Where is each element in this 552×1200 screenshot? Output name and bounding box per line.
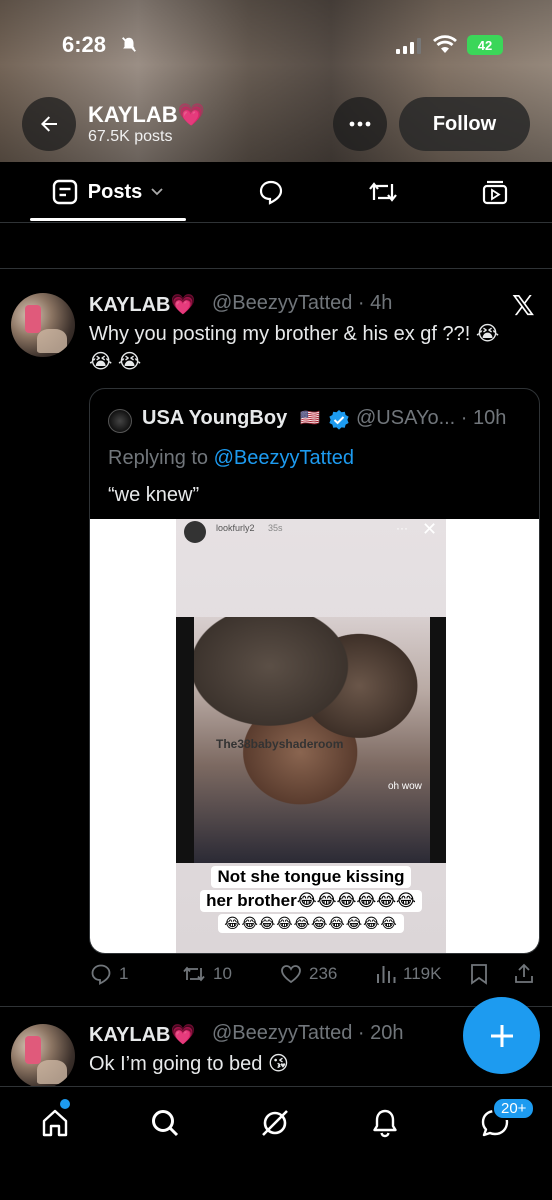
x-logo-icon: 𝕏 <box>512 290 535 321</box>
reply-icon <box>91 964 111 985</box>
home-icon <box>42 1109 68 1137</box>
quoted-media[interactable]: lookfurly2 35s ··· ✕ The38babyshaderoom … <box>90 519 539 953</box>
photo-watermark: The38babyshaderoom <box>216 737 344 751</box>
timeline-tabs: Posts <box>0 162 552 222</box>
compose-button[interactable] <box>463 997 540 1074</box>
tab-replies[interactable] <box>248 162 294 222</box>
repost-icon <box>183 966 205 982</box>
divider <box>0 1006 552 1007</box>
analytics-icon <box>377 966 396 983</box>
share-button[interactable] <box>513 962 541 986</box>
more-horizontal-icon <box>349 121 371 127</box>
bookmark-icon <box>471 964 487 985</box>
tweet-text: Ok I’m going to bed 😘 <box>89 1053 289 1075</box>
video-icon <box>482 180 508 205</box>
verified-badge-icon <box>329 410 349 430</box>
follow-button[interactable]: Follow <box>399 97 530 151</box>
photo-overlay-text: oh wow <box>388 781 422 792</box>
us-flag-emoji: 🇺🇸 <box>300 410 320 427</box>
nav-notifications[interactable] <box>367 1105 403 1141</box>
wifi-icon <box>433 35 457 53</box>
repost-icon <box>369 182 397 202</box>
story-time: 35s <box>268 523 283 533</box>
nav-grok[interactable] <box>257 1105 293 1141</box>
bell-slash-icon <box>122 37 136 52</box>
reply-bubble-icon <box>259 180 283 205</box>
story-username: lookfurly2 <box>216 523 255 533</box>
nav-search[interactable] <box>147 1105 183 1141</box>
nav-home[interactable] <box>37 1105 73 1141</box>
avatar[interactable] <box>11 1024 75 1088</box>
status-time: 6:28 <box>62 32 107 57</box>
battery-indicator: 42 <box>467 35 503 55</box>
more-options-button[interactable] <box>333 97 387 151</box>
heart-emoji: 💗 <box>177 102 206 127</box>
chevron-down-icon <box>151 188 163 196</box>
tweet-handle-time[interactable]: @BeezyyTatted · 20h <box>212 1022 404 1045</box>
story-screenshot: lookfurly2 35s ··· ✕ The38babyshaderoom … <box>176 519 446 953</box>
tweet-author-name[interactable]: KAYLAB💗 <box>89 292 195 317</box>
tab-reposts[interactable] <box>360 162 406 222</box>
bell-icon <box>373 1109 397 1138</box>
tweet-author-name[interactable]: KAYLAB💗 <box>89 1022 195 1047</box>
back-button[interactable] <box>22 97 76 151</box>
post-count: 67.5K posts <box>88 128 173 145</box>
grok-icon <box>262 1110 288 1136</box>
cellular-signal-icon <box>396 38 421 54</box>
messages-badge: 20+ <box>492 1097 536 1120</box>
tweet-text: Why you posting my brother & his ex gf ?… <box>89 323 500 373</box>
share-icon <box>515 963 533 983</box>
posts-icon <box>52 179 77 205</box>
home-notification-dot <box>60 1099 70 1109</box>
tab-posts[interactable]: Posts <box>30 162 186 222</box>
replying-to: Replying to @BeezyyTatted <box>108 447 354 469</box>
search-icon <box>152 1110 179 1137</box>
story-caption: Not she tongue kissing her brother😂😂😂😂😂😂… <box>190 865 432 934</box>
active-tab-indicator <box>30 218 186 221</box>
quoted-text: “we knew” <box>108 484 200 506</box>
replying-to-mention[interactable]: @BeezyyTatted <box>214 447 354 469</box>
tab-posts-label: Posts <box>87 180 143 203</box>
views-button[interactable]: 119K <box>375 962 441 986</box>
quoted-author-name: USA YoungBoy <box>142 407 288 429</box>
heart-emoji: 💗 <box>170 1024 196 1046</box>
tab-media[interactable] <box>472 162 518 222</box>
divider <box>0 268 552 269</box>
quoted-avatar <box>108 409 132 433</box>
tweet-handle-time[interactable]: @BeezyyTatted · 4h <box>212 292 392 315</box>
story-close-icon: ✕ <box>422 519 438 539</box>
divider <box>0 222 552 223</box>
story-avatar <box>184 521 206 543</box>
heart-icon <box>281 965 301 984</box>
bookmark-button[interactable] <box>469 962 495 986</box>
story-more-icon: ··· <box>396 521 408 535</box>
status-bar: 6:28 42 <box>0 0 552 90</box>
bottom-navigation: 20+ <box>0 1086 552 1200</box>
quoted-handle-time: @USAYo... · 10h <box>356 407 507 429</box>
tweet-actions: 1 10 236 119K <box>89 962 540 992</box>
arrow-left-icon <box>41 116 57 132</box>
avatar[interactable] <box>11 293 75 357</box>
reply-button[interactable]: 1 <box>89 962 128 986</box>
like-button[interactable]: 236 <box>279 962 337 986</box>
plus-icon <box>490 1024 513 1047</box>
repost-button[interactable]: 10 <box>181 962 232 986</box>
quoted-tweet[interactable]: USA YoungBoy 🇺🇸 @USAYo... · 10h Replying… <box>89 388 540 954</box>
profile-name: KAYLAB💗 <box>88 102 206 127</box>
story-photo: The38babyshaderoom oh wow <box>176 617 446 863</box>
heart-emoji: 💗 <box>170 294 196 316</box>
